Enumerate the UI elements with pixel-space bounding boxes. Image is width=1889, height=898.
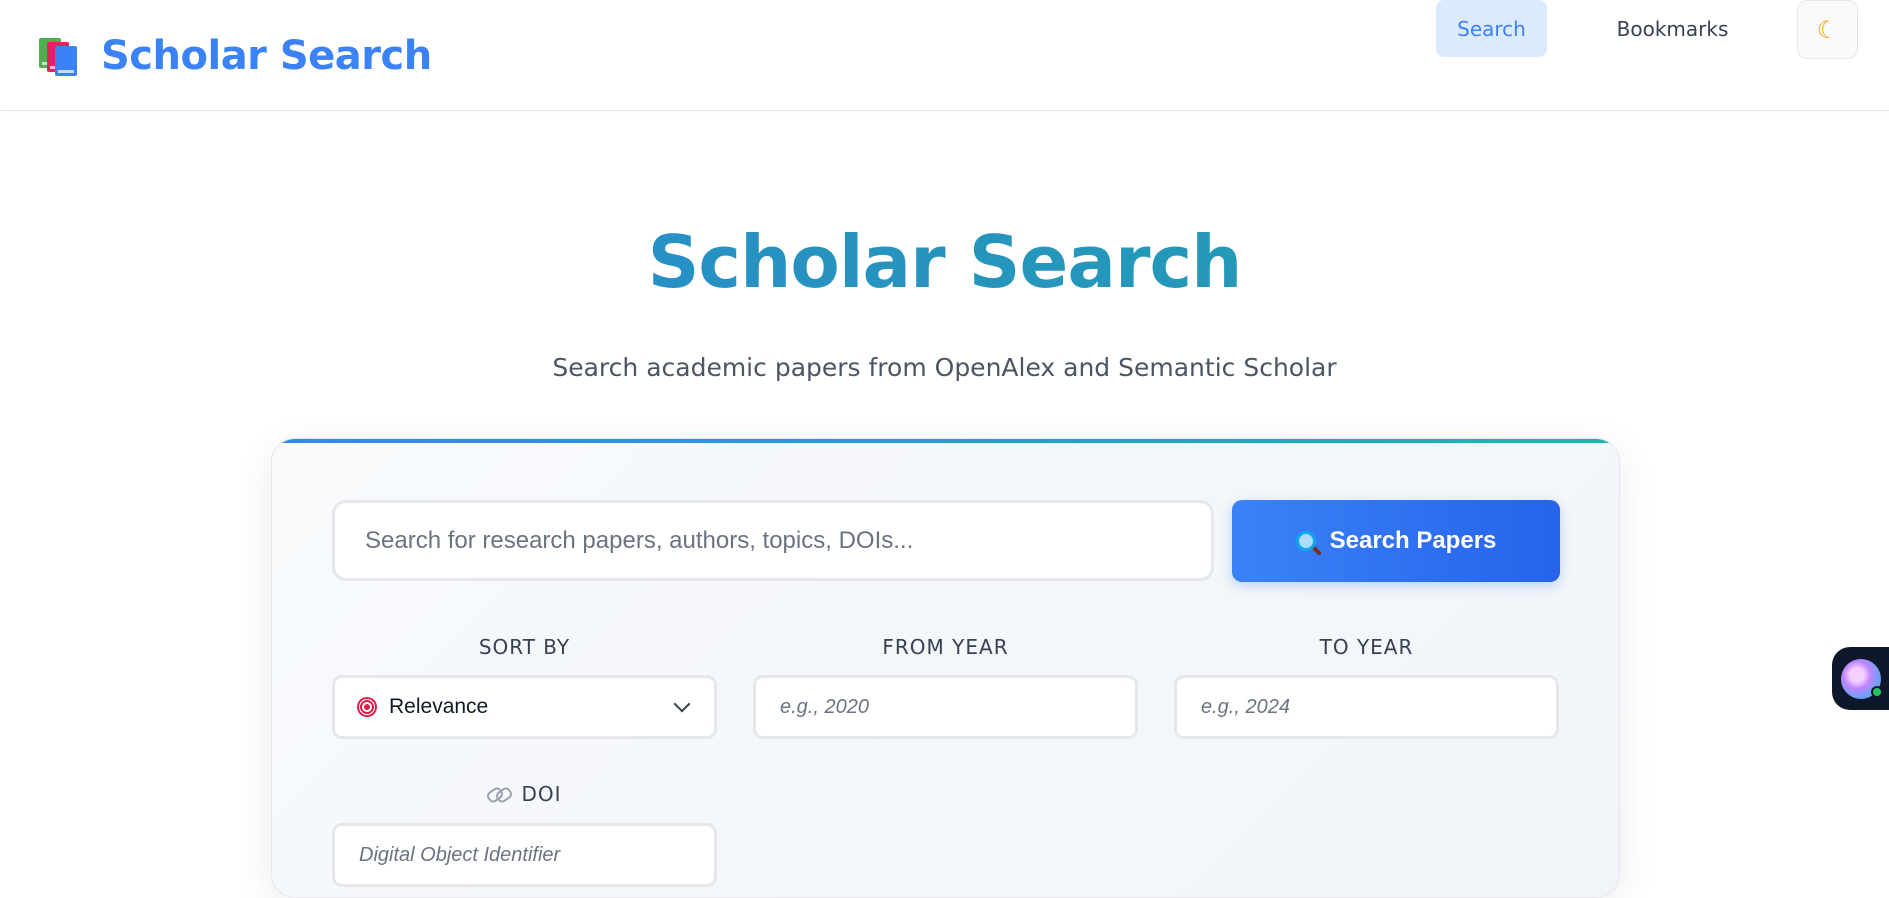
books-icon xyxy=(39,34,83,78)
doi-label: DOI xyxy=(521,782,562,806)
from-year-label: FROM YEAR xyxy=(882,635,1009,659)
sort-by-label: SORT BY xyxy=(478,635,571,659)
search-papers-button[interactable]: Search Papers xyxy=(1232,500,1560,582)
doi-input[interactable] xyxy=(332,823,717,887)
link-icon xyxy=(487,787,509,801)
theme-toggle-button[interactable]: ☾ xyxy=(1797,0,1858,59)
sort-by-value: Relevance xyxy=(389,695,489,718)
search-input[interactable] xyxy=(332,500,1214,581)
page-title: Scholar Search xyxy=(0,220,1889,304)
assistant-avatar xyxy=(1841,658,1883,699)
from-year-input[interactable] xyxy=(753,675,1138,739)
card-accent-bar xyxy=(272,439,1619,443)
sort-by-select[interactable]: Relevance xyxy=(332,675,717,739)
top-navbar: Scholar Search Search Bookmarks ☾ xyxy=(0,0,1889,111)
chevron-down-icon xyxy=(673,695,691,713)
to-year-label: TO YEAR xyxy=(1319,635,1414,659)
magnifier-icon xyxy=(1295,531,1316,551)
page-subtitle: Search academic papers from OpenAlex and… xyxy=(552,353,1337,382)
to-year-input[interactable] xyxy=(1174,675,1559,739)
search-card: Search Papers SORT BY FROM YEAR TO YEAR … xyxy=(271,438,1620,898)
nav-bookmarks-link[interactable]: Bookmarks xyxy=(1595,0,1750,57)
moon-icon: ☾ xyxy=(1816,15,1839,44)
online-status-dot xyxy=(1871,685,1883,698)
assistant-launcher-button[interactable] xyxy=(1832,647,1889,710)
nav-search-link[interactable]: Search xyxy=(1436,0,1547,57)
search-papers-label: Search Papers xyxy=(1329,527,1497,554)
brand-logo-link[interactable]: Scholar Search xyxy=(39,28,432,84)
doi-label-row: DOI xyxy=(332,782,717,806)
brand-title: Scholar Search xyxy=(101,33,432,79)
target-icon xyxy=(357,697,377,717)
